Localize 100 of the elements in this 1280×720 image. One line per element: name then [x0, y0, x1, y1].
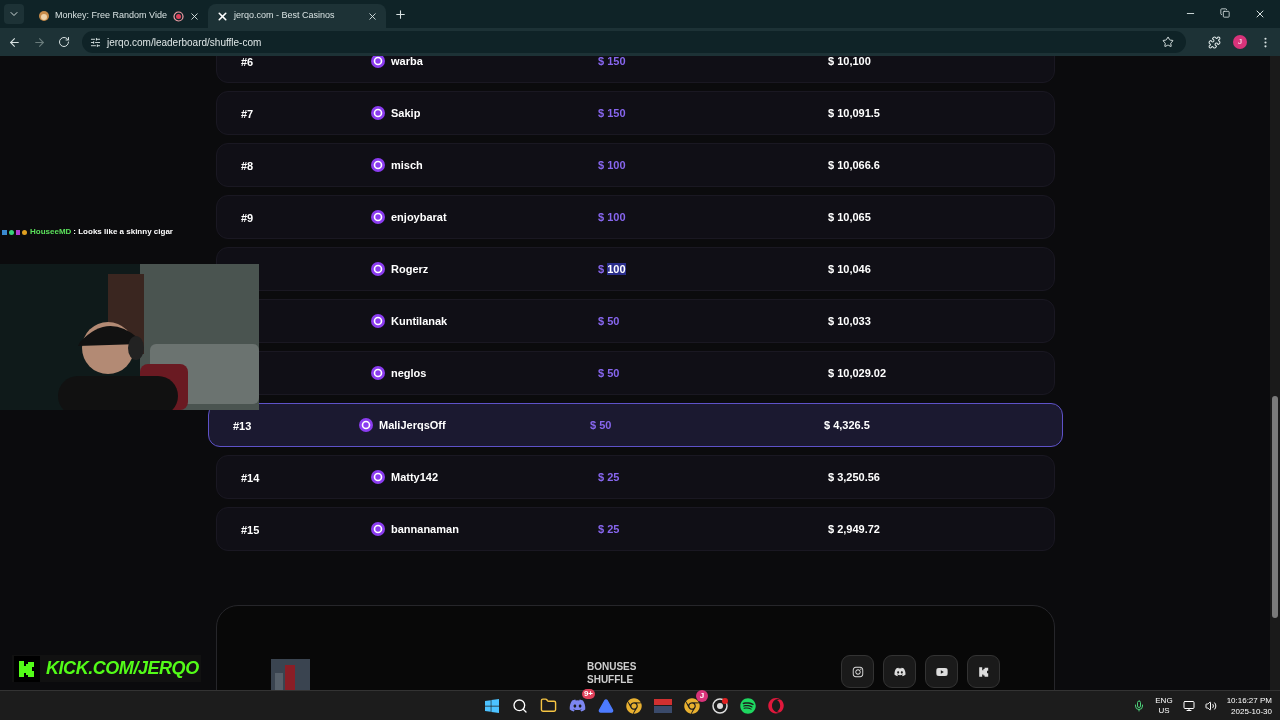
- chip-icon: [371, 314, 385, 328]
- chat-text: : Looks like a skinny cigar: [73, 226, 173, 238]
- player-name: Sakip: [391, 105, 421, 121]
- chip-icon: [371, 158, 385, 172]
- new-tab-icon[interactable]: [394, 7, 407, 21]
- footer-link[interactable]: BONUSES: [587, 660, 637, 673]
- tab-title: jerqo.com - Best Casinos: [234, 9, 336, 23]
- rank-text: #14: [241, 472, 260, 484]
- prize-text: $ 50: [590, 417, 613, 433]
- close-icon[interactable]: [1254, 8, 1266, 20]
- chip-icon: [371, 56, 385, 68]
- region-text[interactable]: US: [1158, 705, 1170, 716]
- folder-icon[interactable]: [540, 697, 557, 714]
- player-name: misch: [391, 157, 423, 173]
- instagram-icon: [851, 665, 864, 678]
- clock-time[interactable]: 10:16:27 PM: [1226, 694, 1272, 706]
- chip-icon: [371, 210, 385, 224]
- back-icon[interactable]: [8, 35, 21, 49]
- chat-username: HouseeMD: [30, 226, 72, 238]
- site-info-icon: [90, 36, 101, 48]
- chip-icon: [359, 418, 373, 432]
- close-icon[interactable]: [367, 10, 378, 22]
- prize-text: $ 50: [598, 313, 621, 329]
- tab-title: Monkey: Free Random Vide: [55, 9, 168, 23]
- chip-icon: [371, 366, 385, 380]
- scrollbar-thumb[interactable]: [1272, 396, 1278, 618]
- microphone-icon[interactable]: [1133, 699, 1146, 712]
- player-name: warba: [391, 56, 423, 69]
- discord-icon: [893, 665, 906, 678]
- prize-text: $ 150: [598, 105, 627, 121]
- opera-icon[interactable]: [768, 697, 784, 714]
- prize-text: $ 25: [598, 469, 621, 485]
- prize-text: $ 100: [598, 157, 627, 173]
- forward-icon[interactable]: [33, 35, 46, 49]
- prize-text: $ 100: [598, 261, 627, 277]
- restore-icon[interactable]: [1220, 8, 1230, 18]
- prize-text: $ 50: [598, 365, 621, 381]
- wagered-text: $ 10,066.6: [828, 157, 881, 173]
- bookmark-icon[interactable]: [1162, 36, 1174, 48]
- wagered-text: $ 10,029.02: [828, 365, 888, 381]
- spotify-icon[interactable]: [740, 697, 756, 714]
- search-icon[interactable]: [512, 697, 528, 714]
- profile-avatar[interactable]: J: [1233, 35, 1247, 49]
- player-name: MaliJerqsOff: [379, 417, 446, 433]
- youtube-button[interactable]: [925, 655, 958, 688]
- channel-text: KICK.COM/JERQO: [46, 657, 199, 680]
- prize-text: $ 150: [598, 56, 627, 69]
- language-text[interactable]: ENG: [1155, 695, 1173, 706]
- wagered-text: $ 10,100: [828, 56, 872, 69]
- kick-logo-icon: [977, 665, 990, 678]
- prize-text: $ 25: [598, 521, 621, 537]
- logo-image: [271, 659, 310, 690]
- wagered-text: $ 2,949.72: [828, 521, 881, 537]
- youtube-icon: [935, 665, 948, 678]
- obs-icon[interactable]: [712, 697, 728, 714]
- rank-text: #7: [241, 108, 254, 120]
- chip-icon: [371, 522, 385, 536]
- notification-badge: 9+: [581, 689, 595, 699]
- url-text: jerqo.com/leaderboard/shuffle-com: [107, 35, 263, 50]
- rank-text: #8: [241, 160, 254, 172]
- player-name: bannanaman: [391, 521, 459, 537]
- player-name: neglos: [391, 365, 427, 381]
- chip-icon: [371, 262, 385, 276]
- wagered-text: $ 10,091.5: [828, 105, 881, 121]
- wagered-text: $ 4,326.5: [823, 417, 871, 433]
- site-logo-icon: [216, 9, 229, 23]
- reload-icon[interactable]: [58, 36, 70, 48]
- recording-icon: [173, 10, 184, 22]
- player-name: Kuntilanak: [391, 313, 448, 329]
- chip-icon: [371, 470, 385, 484]
- player-name: Matty142: [391, 469, 439, 485]
- footer-link[interactable]: SHUFFLE: [587, 673, 637, 686]
- player-name: Rogerz: [391, 261, 429, 277]
- discord-button[interactable]: [883, 655, 916, 688]
- browser-tab[interactable]: Monkey: Free Random Vide: [30, 4, 208, 28]
- browser-tab[interactable]: jerqo.com - Best Casinos: [208, 4, 386, 28]
- player-name: enjoybarat: [391, 209, 447, 225]
- kick-button[interactable]: [967, 655, 1000, 688]
- instagram-button[interactable]: [841, 655, 874, 688]
- rank-text: #9: [241, 212, 254, 224]
- chrome-icon[interactable]: [626, 697, 642, 714]
- prize-text: $ 100: [598, 209, 627, 225]
- rank-text: #13: [233, 420, 252, 432]
- rank-text: #6: [241, 56, 254, 68]
- extensions-icon[interactable]: [1208, 35, 1221, 49]
- wagered-text: $ 10,033: [828, 313, 872, 329]
- tab-search-button[interactable]: [4, 4, 24, 24]
- kick-logo-icon: [17, 658, 37, 679]
- volume-icon[interactable]: [1204, 699, 1217, 712]
- discord-icon[interactable]: [569, 697, 586, 714]
- wagered-text: $ 3,250.56: [828, 469, 881, 485]
- clock-date[interactable]: 2025-10-30: [1231, 705, 1272, 717]
- chrome-icon[interactable]: [684, 697, 700, 714]
- start-icon[interactable]: [484, 697, 500, 714]
- wagered-text: $ 10,046: [828, 261, 872, 277]
- monkey-icon: [38, 10, 50, 22]
- rank-text: #15: [241, 524, 260, 536]
- close-icon[interactable]: [189, 10, 200, 22]
- wagered-text: $ 10,065: [828, 209, 872, 225]
- address-field[interactable]: jerqo.com/leaderboard/shuffle-com: [82, 31, 1186, 53]
